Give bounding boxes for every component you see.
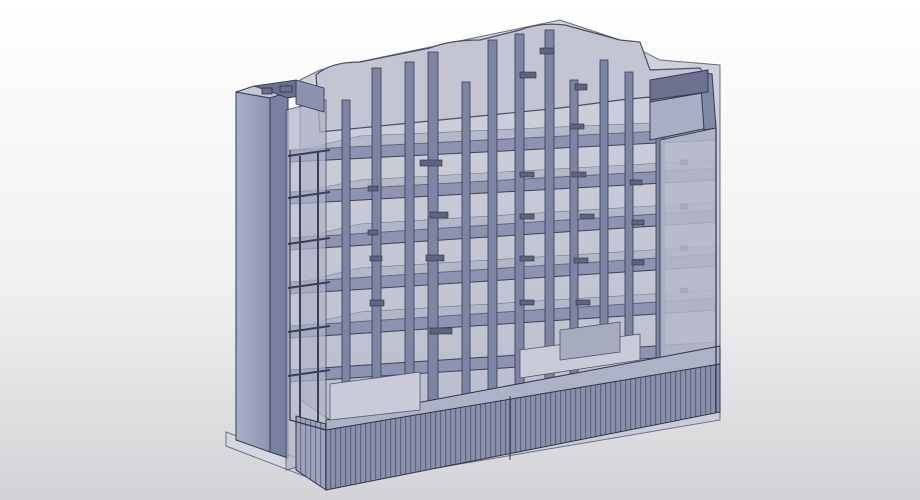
right-wing [649,69,717,361]
service-tower [235,85,327,471]
building-3d-model[interactable] [0,0,920,500]
3d-viewport[interactable] [0,0,920,500]
